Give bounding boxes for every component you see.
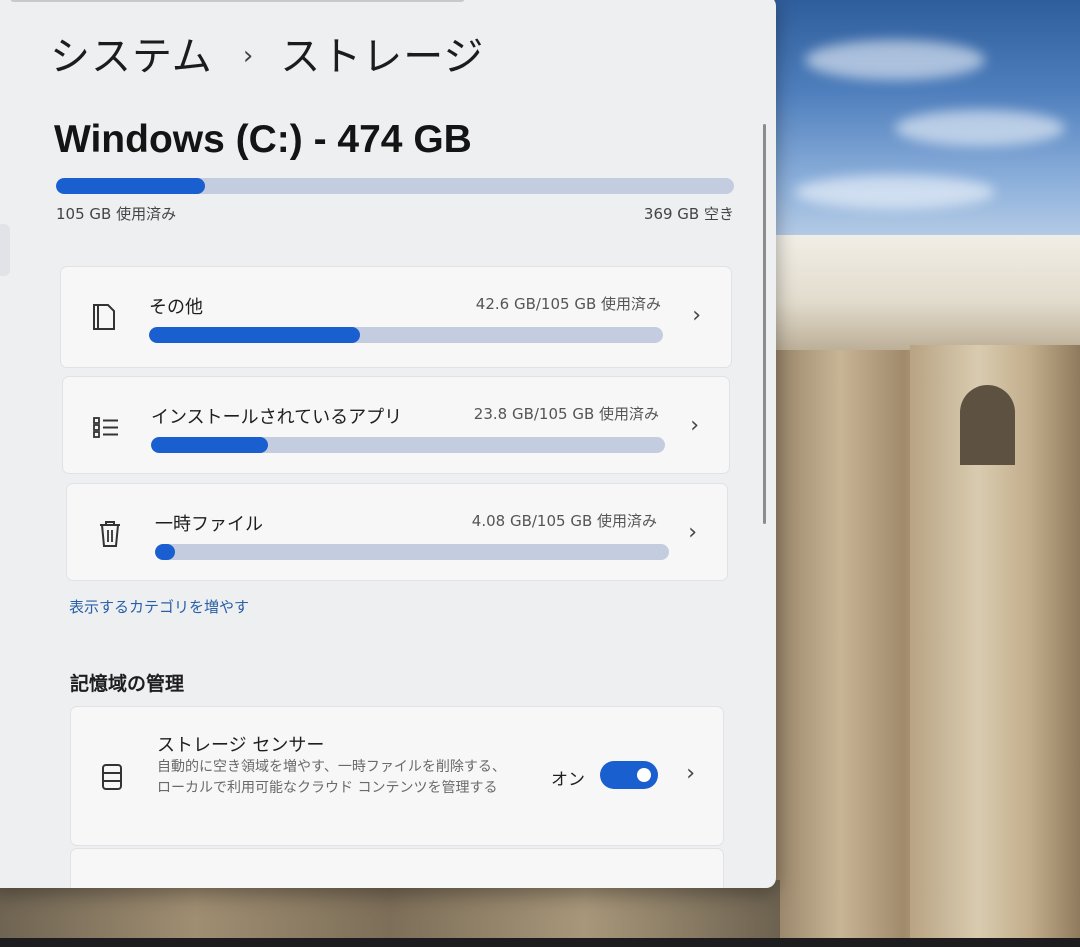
apps-list-icon: [93, 417, 118, 438]
chevron-right-icon: ›: [692, 303, 701, 328]
category-usage-fill: [149, 327, 360, 343]
storage-sense-toggle[interactable]: [600, 761, 658, 789]
wallpaper-ground: [0, 880, 780, 940]
category-name: その他: [149, 297, 203, 318]
chevron-right-icon: ›: [688, 520, 697, 545]
cleanup-recommendations-card[interactable]: [70, 848, 724, 888]
show-more-categories-link[interactable]: 表示するカテゴリを増やす: [69, 596, 249, 617]
category-name: インストールされているアプリ: [151, 407, 403, 428]
page-title: ストレージ: [280, 34, 485, 80]
storage-management-heading: 記憶域の管理: [70, 673, 185, 695]
drive-free-label: 369 GB 空き: [643, 205, 734, 223]
chevron-right-icon: ›: [690, 413, 699, 438]
storage-sense-icon: [102, 764, 122, 790]
document-icon: [93, 304, 115, 330]
category-amount: 42.6 GB/105 GB 使用済み: [475, 295, 661, 313]
drive-title: Windows (C:) - 474 GB: [54, 118, 472, 161]
category-usage-fill: [151, 437, 268, 453]
wallpaper-town: [770, 235, 1080, 355]
wallpaper-arch: [960, 385, 1015, 465]
breadcrumb: システム › ストレージ: [50, 24, 484, 82]
category-card-temp-files[interactable]: 一時ファイル 4.08 GB/105 GB 使用済み ›: [66, 483, 728, 581]
category-usage-bar: [151, 437, 665, 453]
navigation-pane-edge[interactable]: [0, 224, 10, 276]
breadcrumb-separator: ›: [242, 41, 255, 71]
category-usage-bar: [149, 327, 663, 343]
storage-sense-description: 自動的に空き領域を増やす、一時ファイルを削除する、ローカルで利用可能なクラウド …: [157, 759, 506, 796]
vertical-scrollbar[interactable]: [763, 124, 766, 524]
drive-usage-fill: [56, 178, 206, 194]
chevron-right-icon[interactable]: ›: [686, 761, 695, 786]
drive-usage-bar: [56, 178, 734, 194]
storage-sense-card[interactable]: ストレージ センサー 自動的に空き領域を増やす、一時ファイルを削除する、ローカル…: [70, 706, 724, 846]
category-usage-bar: [155, 544, 669, 560]
category-card-other[interactable]: その他 42.6 GB/105 GB 使用済み ›: [60, 266, 732, 368]
toggle-knob: [637, 768, 651, 782]
category-name: 一時ファイル: [155, 514, 263, 535]
storage-sense-title: ストレージ センサー: [157, 735, 325, 756]
category-usage-fill: [155, 544, 176, 560]
trash-icon: [100, 521, 120, 547]
monitor-bezel: [0, 938, 1080, 947]
breadcrumb-parent[interactable]: システム: [50, 34, 213, 80]
wallpaper-sky: [775, 0, 1080, 265]
title-bar-strip: [10, 0, 465, 2]
category-card-installed-apps[interactable]: インストールされているアプリ 23.8 GB/105 GB 使用済み ›: [62, 376, 730, 474]
storage-sense-state-label: オン: [551, 770, 585, 790]
drive-used-label: 105 GB 使用済み: [56, 205, 177, 223]
category-amount: 4.08 GB/105 GB 使用済み: [471, 512, 657, 530]
settings-window: システム › ストレージ Windows (C:) - 474 GB 105 GB …: [0, 0, 776, 888]
category-amount: 23.8 GB/105 GB 使用済み: [473, 405, 659, 423]
